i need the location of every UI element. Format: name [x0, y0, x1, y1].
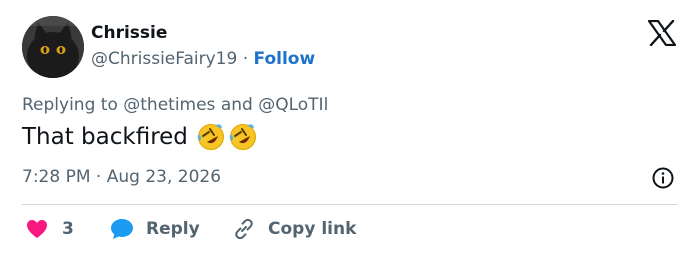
tweet-body: That backfired [22, 122, 258, 152]
replying-to: Replying to @thetimes and @QLoTIl [22, 95, 328, 115]
rolling-on-floor-laughing-emoji [229, 124, 256, 150]
like-count: 3 [62, 219, 74, 239]
mention-joiner: and [220, 95, 253, 115]
mention-qlotil[interactable]: @QLoTIl [258, 95, 328, 115]
heart-icon [27, 220, 47, 238]
tweet-date: Aug 23, 2026 [106, 167, 222, 187]
mention-thetimes[interactable]: @thetimes [123, 95, 215, 115]
x-logo-icon[interactable] [648, 20, 676, 46]
handle-separator: · [242, 49, 249, 69]
reply-button[interactable]: Reply [110, 217, 200, 241]
reply-bubble-icon [111, 219, 133, 239]
copy-link-label: Copy link [268, 219, 357, 239]
copy-link-button[interactable]: Copy link [232, 217, 356, 241]
author-handle-line: @ChrissieFairy19 · Follow [91, 49, 315, 69]
replying-to-prefix: Replying to [22, 95, 118, 115]
author-handle[interactable]: @ChrissieFairy19 [91, 49, 237, 69]
follow-button[interactable]: Follow [254, 49, 316, 69]
tweet-text: That backfired [22, 124, 188, 150]
divider [22, 204, 678, 205]
rolling-on-floor-laughing-emoji [197, 124, 224, 150]
timestamp-separator: · [95, 167, 102, 187]
reply-label: Reply [146, 219, 200, 239]
link-icon [235, 218, 253, 240]
avatar[interactable] [22, 16, 84, 78]
tweet-timestamp[interactable]: 7:28 PM · Aug 23, 2026 [22, 167, 221, 187]
like-button[interactable]: 3 [26, 217, 74, 241]
info-icon[interactable] [651, 166, 675, 190]
tweet-time: 7:28 PM [22, 167, 91, 187]
author-display-name[interactable]: Chrissie [91, 23, 167, 43]
